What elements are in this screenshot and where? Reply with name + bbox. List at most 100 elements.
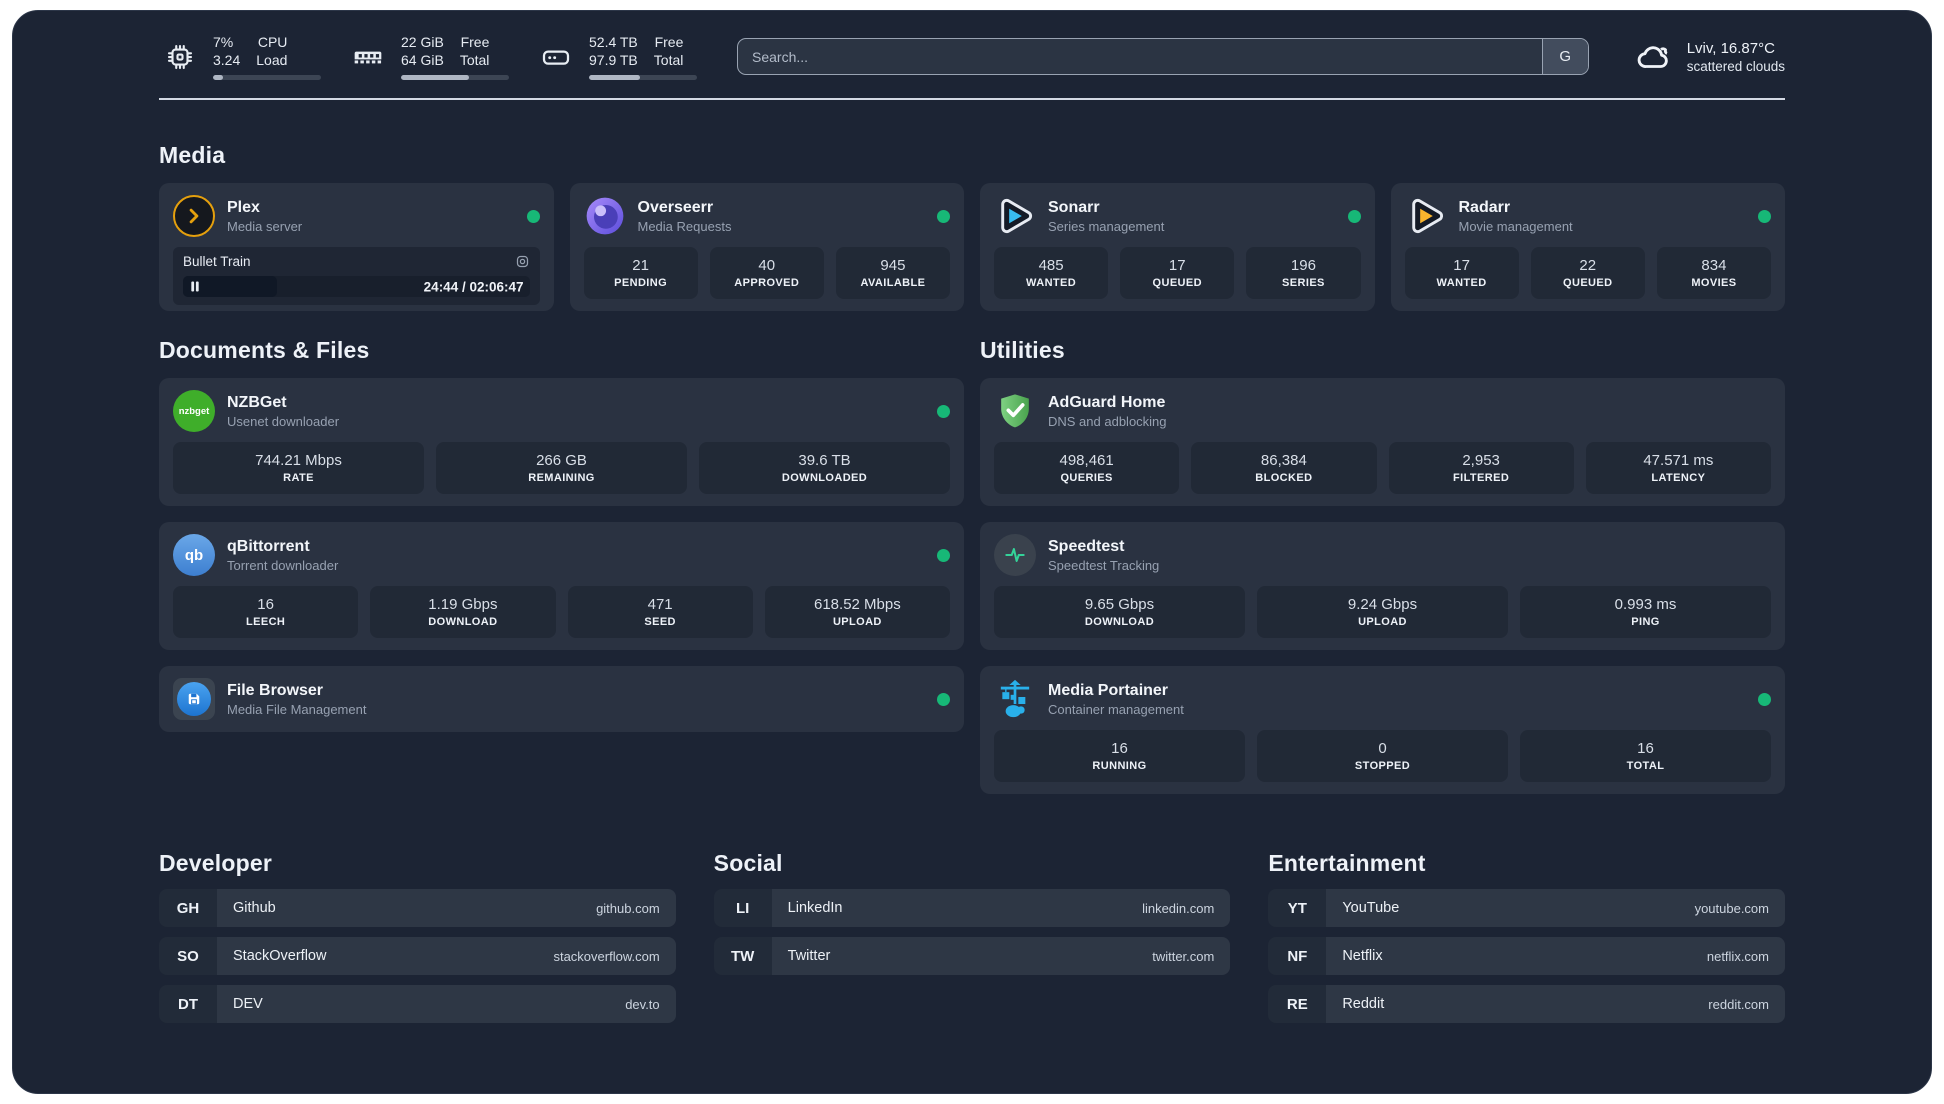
search-input[interactable] xyxy=(737,38,1589,76)
app-name: Plex xyxy=(227,198,260,216)
app-name: Media Portainer xyxy=(1048,681,1169,699)
link-domain: netflix.com xyxy=(1706,948,1769,964)
pause-icon xyxy=(190,281,200,292)
app-desc: DNS and adblocking xyxy=(1048,413,1167,429)
stat-series: 196 SERIES xyxy=(1246,247,1361,300)
link-abbr: LI xyxy=(713,889,772,928)
stat-upload: 9.24 Gbps UPLOAD xyxy=(1257,586,1508,639)
link-name: Reddit xyxy=(1342,996,1385,1013)
storage-icon xyxy=(535,36,577,78)
top-bar: 7% 3.24 CPU Load 22 GiB 64 GiB Free Tota… xyxy=(159,33,1785,81)
status-dot xyxy=(937,548,950,562)
status-dot xyxy=(937,692,950,706)
weather-condition: scattered clouds xyxy=(1686,58,1785,74)
memory-progress xyxy=(401,75,509,81)
memory-icon xyxy=(347,36,389,78)
link-twitter[interactable]: TW Twitter twitter.com xyxy=(713,937,1231,976)
link-stackoverflow[interactable]: SO StackOverflow stackoverflow.com xyxy=(159,937,676,976)
link-domain: dev.to xyxy=(625,996,660,1012)
cpu-load-label: Load xyxy=(256,52,288,69)
app-card-adguard[interactable]: AdGuard Home DNS and adblocking 498,461 … xyxy=(980,378,1785,507)
session-settings-icon[interactable] xyxy=(515,254,530,269)
app-card-radarr[interactable]: Radarr Movie management 17 WANTED 22 QUE… xyxy=(1390,183,1785,312)
app-card-speedtest[interactable]: Speedtest Speedtest Tracking 9.65 Gbps D… xyxy=(980,522,1785,651)
link-name: YouTube xyxy=(1342,900,1400,917)
stat-upload: 618.52 Mbps UPLOAD xyxy=(764,586,950,639)
link-dev[interactable]: DT DEV dev.to xyxy=(159,985,676,1024)
section-title-media: Media xyxy=(159,142,226,169)
app-desc: Speedtest Tracking xyxy=(1048,557,1160,573)
cpu-usage: 7% xyxy=(213,34,234,50)
link-linkedin[interactable]: LI LinkedIn linkedin.com xyxy=(713,889,1231,928)
memory-free: 22 GiB xyxy=(401,34,444,50)
link-name: Twitter xyxy=(787,948,831,965)
sonarr-icon xyxy=(994,195,1036,237)
storage-stat: 52.4 TB 97.9 TB Free Total xyxy=(535,33,697,81)
memory-stat: 22 GiB 64 GiB Free Total xyxy=(347,33,509,81)
status-dot xyxy=(1347,209,1361,223)
status-dot xyxy=(937,209,950,223)
app-name: NZBGet xyxy=(227,393,287,411)
stat-seed: 471 SEED xyxy=(567,586,753,639)
app-desc: Media Requests xyxy=(637,218,732,234)
app-desc: Container management xyxy=(1048,701,1184,717)
app-name: File Browser xyxy=(227,681,324,699)
link-netflix[interactable]: NF Netflix netflix.com xyxy=(1268,937,1785,976)
stat-download: 1.19 Gbps DOWNLOAD xyxy=(370,586,556,639)
section-title-documents: Documents & Files xyxy=(159,337,370,364)
stat-queued: 17 QUEUED xyxy=(1120,247,1235,300)
memory-total: 64 GiB xyxy=(401,52,444,69)
app-card-nzbget[interactable]: nzbget NZBGet Usenet downloader 744.21 M… xyxy=(159,378,964,507)
system-stats: 7% 3.24 CPU Load 22 GiB 64 GiB Free Tota… xyxy=(159,33,697,81)
stat-available: 945 AVAILABLE xyxy=(835,247,951,300)
status-dot xyxy=(1758,209,1771,223)
search-bar: G xyxy=(737,38,1589,76)
cloud-icon xyxy=(1633,36,1675,78)
link-abbr: RE xyxy=(1268,985,1327,1024)
stat-filtered: 2,953 FILTERED xyxy=(1388,442,1574,495)
link-name: Netflix xyxy=(1342,948,1383,965)
section-title-social: Social xyxy=(713,850,783,877)
app-desc: Movie management xyxy=(1458,218,1573,234)
app-card-sonarr[interactable]: Sonarr Series management 485 WANTED 17 Q… xyxy=(980,183,1375,312)
stat-downloaded: 39.6 TB DOWNLOADED xyxy=(699,442,950,495)
app-card-plex[interactable]: Plex Media server Bullet Train 24:44 / 0… xyxy=(159,183,554,312)
stat-movies: 834 MOVIES xyxy=(1656,247,1772,300)
search-engine-button[interactable]: G xyxy=(1541,39,1588,75)
stat-rate: 744.21 Mbps RATE xyxy=(173,442,424,495)
link-domain: reddit.com xyxy=(1708,996,1769,1012)
cpu-stat: 7% 3.24 CPU Load xyxy=(159,33,321,81)
app-card-overseerr[interactable]: Overseerr Media Requests 21 PENDING 40 A… xyxy=(569,183,964,312)
app-card-portainer[interactable]: Media Portainer Container management 16 … xyxy=(980,666,1785,795)
app-name: Overseerr xyxy=(637,198,714,216)
link-github[interactable]: GH Github github.com xyxy=(159,889,676,928)
stat-download: 9.65 Gbps DOWNLOAD xyxy=(994,586,1245,639)
link-reddit[interactable]: RE Reddit reddit.com xyxy=(1268,985,1785,1024)
link-youtube[interactable]: YT YouTube youtube.com xyxy=(1268,889,1785,928)
app-card-qbittorrent[interactable]: qb qBittorrent Torrent downloader 16 LEE… xyxy=(159,522,964,651)
status-dot xyxy=(526,209,540,223)
link-abbr: TW xyxy=(713,937,772,976)
app-card-filebrowser[interactable]: File Browser Media File Management xyxy=(159,666,964,733)
link-abbr: NF xyxy=(1268,937,1327,976)
stat-wanted: 17 WANTED xyxy=(1404,247,1519,300)
link-name: DEV xyxy=(233,996,263,1013)
app-name: Radarr xyxy=(1458,198,1511,216)
qbittorrent-icon: qb xyxy=(173,534,215,577)
link-domain: github.com xyxy=(596,900,660,916)
stat-queries: 498,461 QUERIES xyxy=(994,442,1180,495)
stat-leech: 16 LEECH xyxy=(173,586,359,639)
link-name: Github xyxy=(233,900,276,917)
dashboard: 7% 3.24 CPU Load 22 GiB 64 GiB Free Tota… xyxy=(12,10,1932,1094)
now-playing-progress: 24:44 / 02:06:47 xyxy=(183,276,530,298)
speedtest-icon xyxy=(994,534,1036,577)
link-domain: youtube.com xyxy=(1694,900,1769,916)
now-playing-title: Bullet Train xyxy=(183,254,251,270)
app-desc: Media server xyxy=(227,218,303,234)
nzbget-icon: nzbget xyxy=(173,390,215,433)
link-abbr: DT xyxy=(159,985,217,1024)
plex-icon xyxy=(173,195,215,238)
cpu-progress xyxy=(213,75,321,81)
status-dot xyxy=(937,404,950,418)
link-abbr: SO xyxy=(159,937,217,976)
